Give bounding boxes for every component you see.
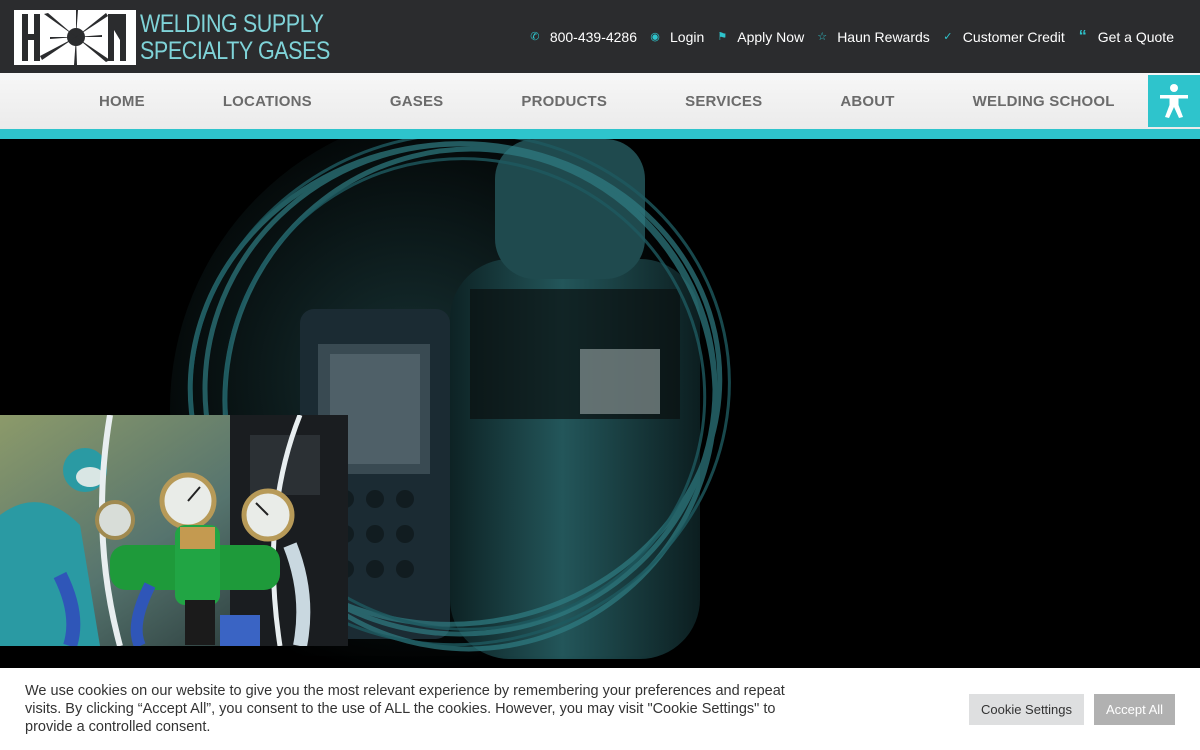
cookie-banner: We use cookies on our website to give yo… <box>0 668 1200 750</box>
star-icon: ☆ <box>817 31 828 43</box>
customer-credit-label: Customer Credit <box>962 28 1065 45</box>
apply-now-label: Apply Now <box>737 28 805 45</box>
logo-line-1: WELDING SUPPLY <box>140 10 324 38</box>
cookie-settings-button[interactable]: Cookie Settings <box>969 694 1084 725</box>
main-nav: HOME LOCATIONS GASES PRODUCTS SERVICES A… <box>0 73 1200 129</box>
oxygen-regulator-photo <box>0 415 348 646</box>
accent-bar <box>0 129 1200 139</box>
flag-icon: ⚑ <box>717 31 728 43</box>
logo-text: WELDING SUPPLY SPECIALTY GASES <box>140 11 330 65</box>
nav-item-gases[interactable]: GASES <box>351 93 483 110</box>
hero-section <box>0 139 1200 668</box>
haun-rewards-label: Haun Rewards <box>837 28 930 45</box>
nav-item-welding-school[interactable]: WELDING SCHOOL <box>934 93 1154 110</box>
nav-items: HOME LOCATIONS GASES PRODUCTS SERVICES A… <box>60 73 1154 129</box>
nav-item-services[interactable]: SERVICES <box>646 93 801 110</box>
nav-item-locations[interactable]: LOCATIONS <box>184 93 351 110</box>
logo[interactable]: WELDING SUPPLY SPECIALTY GASES <box>14 10 330 65</box>
quote-icon: “ <box>1078 27 1087 45</box>
login-link[interactable]: ◉ Login <box>649 29 704 45</box>
cookie-message: We use cookies on our website to give yo… <box>25 683 785 735</box>
accessibility-icon <box>1160 84 1188 118</box>
accept-all-button[interactable]: Accept All <box>1094 694 1175 725</box>
check-icon: ✓ <box>943 31 953 43</box>
phone-label: 800-439-4286 <box>549 28 637 45</box>
get-a-quote-link[interactable]: “ Get a Quote <box>1077 28 1174 46</box>
logo-line-2: SPECIALTY GASES <box>140 37 330 65</box>
phone-icon: ✆ <box>530 31 540 43</box>
nav-item-home[interactable]: HOME <box>60 93 184 110</box>
top-bar: WELDING SUPPLY SPECIALTY GASES ✆ 800-439… <box>0 0 1200 73</box>
accessibility-button[interactable] <box>1148 75 1200 127</box>
login-label: Login <box>670 28 705 45</box>
customer-credit-link[interactable]: ✓ Customer Credit <box>942 29 1065 45</box>
nav-item-about[interactable]: ABOUT <box>801 93 933 110</box>
haun-logo-mark <box>14 10 136 65</box>
utility-links: ✆ 800-439-4286 ◉ Login ⚑ Apply Now ☆ Hau… <box>517 0 1174 73</box>
phone-link[interactable]: ✆ 800-439-4286 <box>529 29 637 45</box>
haun-rewards-link[interactable]: ☆ Haun Rewards <box>816 29 930 45</box>
get-a-quote-label: Get a Quote <box>1097 28 1174 45</box>
apply-now-link[interactable]: ⚑ Apply Now <box>716 29 804 45</box>
nav-item-products[interactable]: PRODUCTS <box>482 93 646 110</box>
user-circle-icon: ◉ <box>650 31 660 43</box>
